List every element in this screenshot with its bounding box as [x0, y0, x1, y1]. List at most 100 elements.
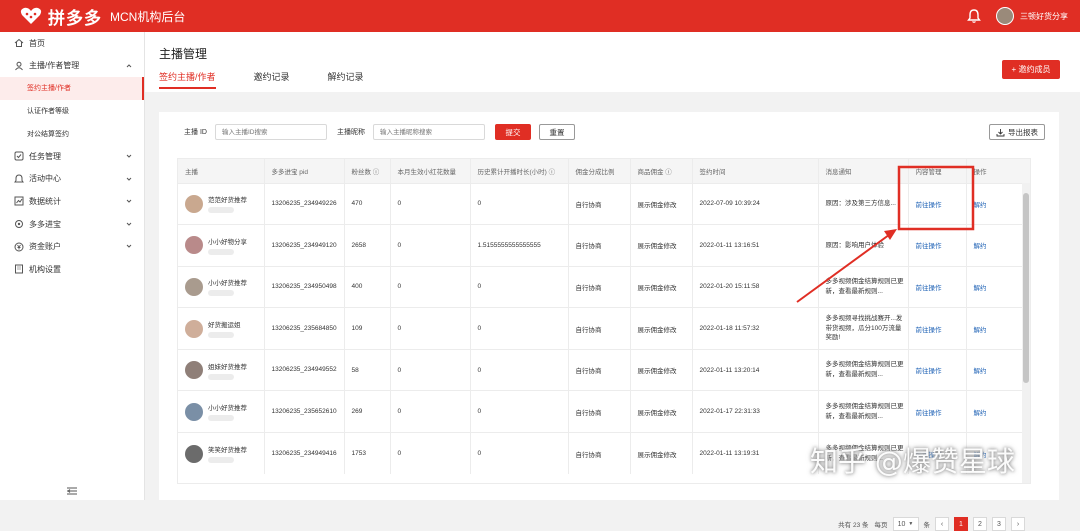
sidebar-item-tasks[interactable]: 任务管理: [0, 145, 144, 168]
ratio-cell: 自行协商: [568, 432, 631, 475]
user-name[interactable]: 三顿好货分享: [1020, 11, 1068, 22]
anchor-id-input[interactable]: [214, 124, 327, 140]
pid-cell: 13206235_235652610: [264, 390, 345, 433]
blurred-id: [208, 248, 234, 255]
sidebar-item-anchor-management[interactable]: 主播/作者管理: [0, 55, 144, 78]
notice-cell: 多多视频佣金结算规则已更新，查看最新规则...: [818, 265, 909, 308]
sidebar-item-label: 主播/作者管理: [29, 61, 80, 71]
brand-logo[interactable]: 拼多多 MCN机构后台: [20, 4, 185, 29]
chevron-down-icon: [126, 154, 132, 158]
go-operate-link[interactable]: 前往操作: [916, 410, 942, 417]
tab-bar: 签约主播/作者 邀约记录 解约记录: [159, 70, 402, 89]
avatar: [185, 194, 203, 213]
sidebar-item-duoduo-jinbao[interactable]: 多多进宝: [0, 213, 144, 236]
commission-cell[interactable]: 展示佣金修改: [630, 182, 693, 225]
commission-link[interactable]: 展示佣金修改: [638, 202, 677, 209]
home-icon: [14, 39, 24, 48]
commission-link[interactable]: 展示佣金修改: [638, 452, 677, 459]
page-button-3[interactable]: 3: [992, 517, 1006, 531]
collapse-menu-icon[interactable]: [66, 486, 78, 496]
per-page-select[interactable]: 10 ▼: [892, 517, 919, 531]
anchor-name: 小小好物分享: [208, 238, 247, 246]
commission-link[interactable]: 展示佣金修改: [638, 285, 677, 292]
reset-button[interactable]: 重置: [538, 124, 575, 140]
commission-link[interactable]: 展示佣金修改: [638, 368, 677, 375]
commission-cell[interactable]: 展示佣金修改: [630, 432, 693, 475]
flowers-cell: 0: [390, 348, 471, 391]
tab-termination-records[interactable]: 解约记录: [328, 70, 364, 89]
sidebar-item-statistics[interactable]: 数据统计: [0, 190, 144, 213]
tab-signed-anchors[interactable]: 签约主播/作者: [159, 70, 216, 89]
commission-link[interactable]: 展示佣金修改: [638, 243, 677, 250]
sidebar-item-corporate-settlement[interactable]: 对公结算签约: [0, 122, 144, 145]
table-row: 范范好货推荐 13206235_234949226 470 0 0 自行协商 展…: [178, 182, 1030, 225]
terminate-link[interactable]: 解约: [974, 285, 987, 292]
content-cell: 前往操作: [908, 224, 967, 267]
terminate-link[interactable]: 解约: [974, 202, 987, 209]
column-header: 本月生效小红花数量: [390, 159, 471, 183]
page-button-2[interactable]: 2: [973, 517, 987, 531]
top-bar: 拼多多 MCN机构后台 三顿好货分享: [0, 0, 1080, 32]
commission-cell[interactable]: 展示佣金修改: [630, 390, 693, 433]
sidebar-item-label: 任务管理: [29, 151, 61, 161]
submit-button[interactable]: 提交: [494, 124, 531, 140]
export-label: 导出报表: [1008, 127, 1038, 137]
fans-cell: 269: [344, 390, 391, 433]
avatar: [185, 361, 203, 380]
export-report-button[interactable]: 导出报表: [989, 124, 1045, 140]
gear-icon: [15, 220, 23, 229]
table-row: 姐妹好货推荐 13206235_234949552 58 0 0 自行协商 展示…: [178, 348, 1030, 391]
next-page-button[interactable]: ›: [1011, 517, 1025, 531]
anchor-cell: 范范好货推荐: [178, 182, 265, 225]
terminate-link[interactable]: 解约: [974, 327, 987, 334]
invite-member-button[interactable]: + 邀约成员: [1002, 60, 1060, 79]
anchor-cell: 小小好物分享: [178, 224, 265, 267]
chevron-up-icon: [126, 63, 132, 67]
brand-name: 拼多多: [48, 8, 102, 28]
page-header: 主播管理 签约主播/作者 邀约记录 解约记录 + 邀约成员: [145, 32, 1080, 92]
user-avatar[interactable]: [996, 7, 1014, 25]
chevron-down-icon: ▼: [908, 521, 914, 527]
terminate-link[interactable]: 解约: [974, 243, 987, 250]
sidebar-item-signed-anchors[interactable]: 签约主播/作者: [0, 77, 144, 100]
sidebar: 首页 主播/作者管理 签约主播/作者 认证作者等级 对公结算签约 任务管理 活动…: [0, 32, 145, 500]
sidebar-item-author-level[interactable]: 认证作者等级: [0, 100, 144, 123]
prev-page-button[interactable]: ‹: [935, 517, 949, 531]
column-header: 商品佣金 ⓘ: [630, 159, 693, 183]
blurred-id: [208, 207, 234, 214]
go-operate-link[interactable]: 前往操作: [916, 243, 942, 250]
table-scrollbar[interactable]: [1022, 183, 1030, 483]
notification-bell-icon[interactable]: [966, 8, 982, 24]
go-operate-link[interactable]: 前往操作: [916, 368, 942, 375]
terminate-link[interactable]: 解约: [974, 410, 987, 417]
commission-cell[interactable]: 展示佣金修改: [630, 265, 693, 308]
sidebar-item-home[interactable]: 首页: [0, 32, 144, 55]
sidebar-item-fund-account[interactable]: 资金账户: [0, 235, 144, 258]
blurred-id: [208, 457, 234, 464]
page-button-1[interactable]: 1: [954, 517, 968, 531]
commission-cell[interactable]: 展示佣金修改: [630, 224, 693, 267]
table-row: 小小好货推荐 13206235_234950498 400 0 0 自行协商 展…: [178, 265, 1030, 308]
scrollbar-thumb[interactable]: [1023, 193, 1029, 383]
flowers-cell: 0: [390, 390, 471, 433]
nickname-input[interactable]: [372, 124, 485, 140]
chevron-down-icon: [126, 199, 132, 203]
pid-cell: 13206235_235684850: [264, 307, 345, 350]
signed-time-cell: 2022-01-20 15:11:58: [692, 265, 819, 308]
hours-cell: 0: [470, 348, 569, 391]
go-operate-link[interactable]: 前往操作: [916, 202, 942, 209]
commission-cell[interactable]: 展示佣金修改: [630, 348, 693, 391]
commission-cell[interactable]: 展示佣金修改: [630, 307, 693, 350]
commission-link[interactable]: 展示佣金修改: [638, 327, 677, 334]
pid-cell: 13206235_234950498: [264, 265, 345, 308]
tab-invite-records[interactable]: 邀约记录: [254, 70, 290, 89]
notice-cell: 多多视频寻找挑战赛开...发带货视频，瓜分100万流量奖励!: [818, 307, 909, 350]
terminate-link[interactable]: 解约: [974, 368, 987, 375]
sidebar-item-org-settings[interactable]: 机构设置: [0, 258, 144, 281]
go-operate-link[interactable]: 前往操作: [916, 327, 942, 334]
sidebar-item-activities[interactable]: 活动中心: [0, 168, 144, 191]
go-operate-link[interactable]: 前往操作: [916, 285, 942, 292]
sidebar-item-label: 资金账户: [29, 242, 61, 252]
commission-link[interactable]: 展示佣金修改: [638, 410, 677, 417]
table-row: 好货搬运姐 13206235_235684850 109 0 0 自行协商 展示…: [178, 307, 1030, 350]
